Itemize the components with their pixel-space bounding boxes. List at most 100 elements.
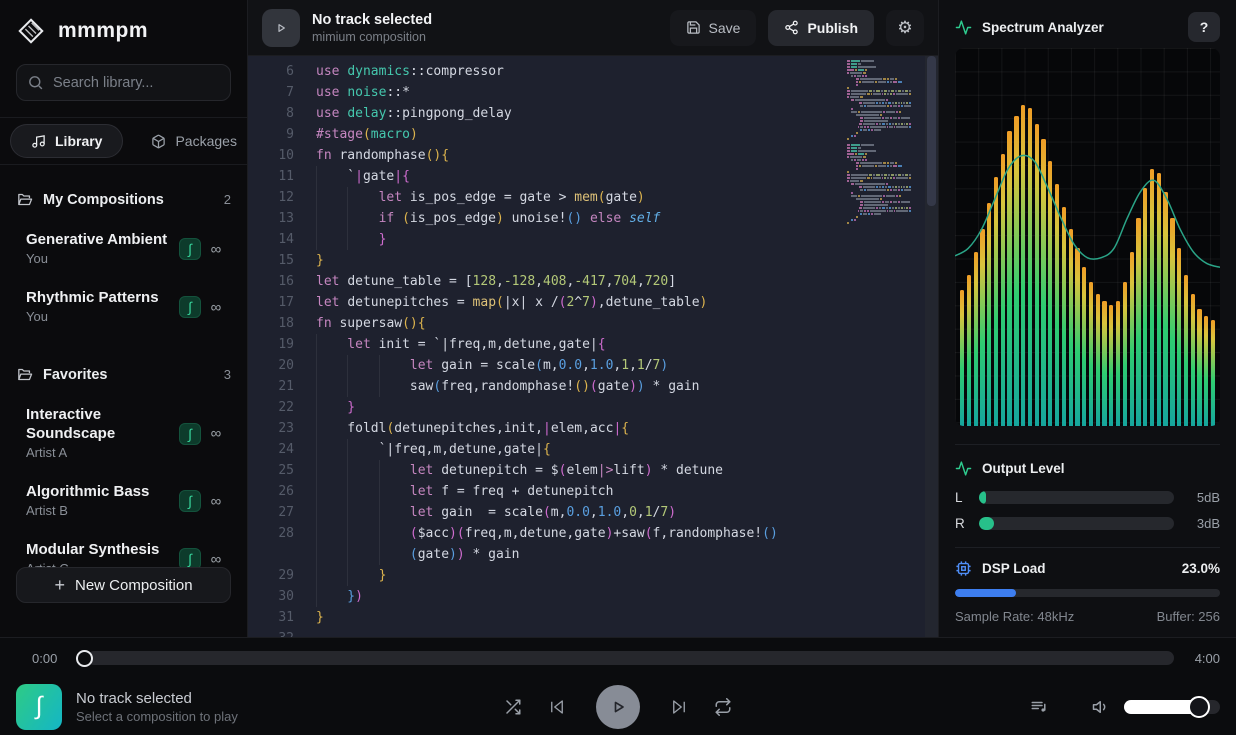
indent-guide: [347, 187, 378, 208]
volume-icon[interactable]: [1092, 698, 1110, 716]
indent-guide: [347, 439, 378, 460]
spectrum-curve: [955, 48, 1220, 426]
minimap-block: [883, 195, 885, 197]
minimap-block: [869, 90, 872, 92]
minimap-block: [854, 135, 856, 137]
player-track-subtitle: Select a composition to play: [76, 708, 238, 725]
composition-item[interactable]: Interactive SoundscapeArtist A∫∞: [16, 395, 231, 472]
minimap-block: [891, 174, 895, 176]
indent-guide: [316, 334, 347, 355]
minimap-block: [856, 216, 858, 218]
composition-item[interactable]: Generative AmbientYou∫∞: [16, 220, 231, 278]
volume-slider[interactable]: [1124, 700, 1220, 714]
line-number: 11: [248, 166, 294, 187]
minimap-line: [846, 117, 912, 119]
play-button[interactable]: [596, 685, 640, 729]
indent-guide: [379, 523, 410, 544]
minimap-block: [858, 69, 864, 71]
line-number: 25: [248, 460, 294, 481]
minimap-block: [860, 105, 863, 107]
code-token: |: [543, 421, 551, 436]
code-editor[interactable]: 6use dynamics::compressor7use noise::*8u…: [248, 56, 938, 637]
minimap-line: [846, 120, 912, 122]
code-token: randomphase: [339, 148, 425, 163]
minimap-block: [860, 96, 863, 98]
minimap-block: [884, 90, 887, 92]
minimap-block: [896, 111, 898, 113]
minimap-block: [888, 90, 890, 92]
composition-item[interactable]: Algorithmic BassArtist B∫∞: [16, 472, 231, 530]
code-token: lift: [613, 463, 644, 478]
code-token: ): [637, 190, 645, 205]
code-content: let f = freq + detunepitch: [316, 481, 613, 502]
code-token: 0: [629, 505, 637, 520]
minimap-block: [851, 135, 853, 137]
minimap-indent: [846, 105, 859, 107]
editor-scrollbar-thumb[interactable]: [927, 56, 936, 206]
topbar-play-button[interactable]: [262, 9, 300, 47]
minimap-block: [887, 165, 889, 167]
code-token: -417: [574, 274, 605, 289]
minimap-block: [890, 165, 892, 167]
timeline-scrub-handle[interactable]: [76, 650, 93, 667]
minimap-block: [847, 66, 850, 68]
editor-scrollbar[interactable]: [925, 56, 938, 637]
save-button[interactable]: Save: [670, 10, 757, 46]
minimap-block: [875, 81, 877, 83]
publish-button[interactable]: Publish: [768, 10, 874, 46]
timeline-track[interactable]: [87, 651, 1174, 665]
minimap-indent: [846, 120, 859, 122]
code-token: {: [598, 337, 606, 352]
minimap-block: [847, 93, 850, 95]
minimap-block: [889, 210, 892, 212]
code-token: ]: [668, 274, 676, 289]
minimap-block: [882, 201, 884, 203]
minimap-block: [847, 63, 850, 65]
minimap-block: [887, 78, 889, 80]
code-line: 12let is_pos_edge = gate > mem(gate): [248, 187, 938, 208]
minimap-block: [898, 165, 902, 167]
minimap-block: [860, 117, 863, 119]
minimap-block: [880, 198, 882, 200]
settings-button[interactable]: ⚙: [886, 10, 924, 46]
minimap-block: [890, 93, 892, 95]
editor-minimap[interactable]: [846, 60, 912, 228]
new-composition-button[interactable]: + New Composition: [16, 567, 231, 603]
code-token: (): [574, 379, 590, 394]
minimap-block: [865, 69, 867, 71]
minimap-line: [846, 168, 912, 170]
tab-packages[interactable]: Packages: [131, 125, 256, 157]
minimap-block: [887, 93, 889, 95]
minimap-line: [846, 225, 912, 227]
minimap-line: [846, 198, 912, 200]
shuffle-button[interactable]: [504, 698, 522, 716]
minimap-block: [875, 165, 877, 167]
tab-library[interactable]: Library: [10, 124, 123, 158]
composition-item[interactable]: Rhythmic PatternsYou∫∞: [16, 278, 231, 336]
help-button[interactable]: ?: [1188, 12, 1220, 42]
code-token: f,randomphase!: [653, 526, 763, 541]
dsp-load-fill: [955, 589, 1016, 597]
activity-pulse-icon: [955, 460, 972, 477]
timeline-current-time: 0:00: [32, 651, 66, 666]
minimap-block: [855, 99, 885, 101]
minimap-block: [891, 90, 895, 92]
infinity-icon: ∞: [201, 425, 231, 442]
minimap-block: [909, 102, 911, 104]
search-input[interactable]: [16, 64, 231, 101]
minimap-block: [847, 171, 849, 173]
repeat-button[interactable]: [714, 698, 732, 716]
composition-item[interactable]: Modular SynthesisArtist C∫∞: [16, 530, 231, 567]
code-line: 9#stage(macro): [248, 124, 938, 145]
minimap-block: [856, 165, 858, 167]
volume-knob[interactable]: [1188, 696, 1210, 718]
minimap-block: [860, 213, 862, 215]
code-token: ::*: [386, 85, 409, 100]
previous-track-button[interactable]: [548, 698, 566, 716]
code-token: unoise!: [504, 211, 567, 226]
indent-guide: [379, 376, 410, 397]
minimap-block: [847, 87, 849, 89]
minimap-line: [846, 99, 912, 101]
queue-button[interactable]: [1030, 698, 1048, 716]
next-track-button[interactable]: [670, 698, 688, 716]
